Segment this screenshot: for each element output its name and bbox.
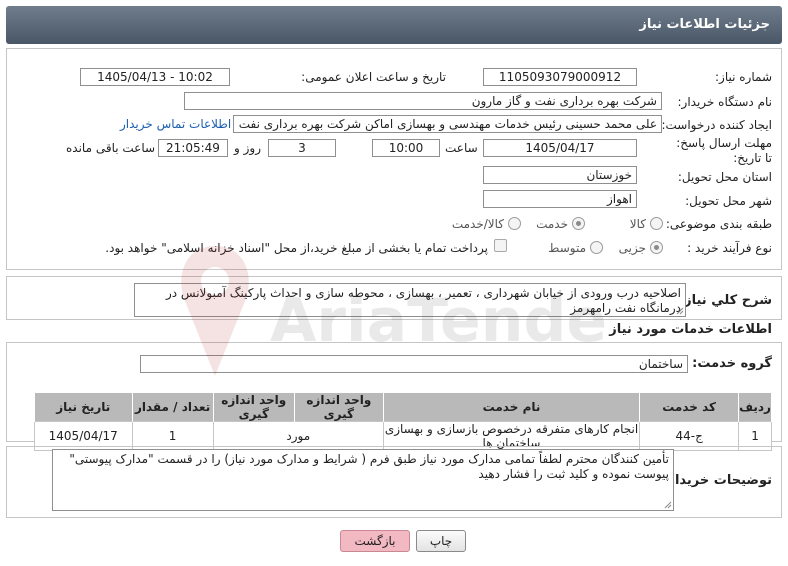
col-unit: واحد اندازه گیری (212, 392, 295, 422)
category-option-goods: کالا (629, 217, 646, 231)
category-option-service: خدمت (536, 217, 568, 231)
category-option-both: کالا/خدمت (451, 217, 504, 231)
category-radio-service[interactable] (572, 217, 585, 230)
back-button[interactable]: بازگشت (340, 530, 410, 552)
deadline-label: مهلت ارسال پاسخ: تا تاریخ: (676, 136, 772, 165)
category-radio-goods[interactable] (650, 217, 663, 230)
deadline-date-field[interactable]: 1405/04/17 (483, 139, 637, 157)
contact-buyer-link[interactable]: اطلاعات تماس خریدار (120, 117, 231, 131)
category-label: طبقه بندی موضوعی: (665, 217, 772, 231)
table-header-row: تاریخ نیاز تعداد / مقدار واحد اندازه گیر… (34, 392, 772, 422)
purchase-type-label: نوع فرآیند خرید : (687, 241, 772, 255)
time-label: ساعت (445, 141, 478, 155)
creator-field[interactable]: علی محمد حسینی رئیس خدمات مهندسی و بهساز… (233, 115, 662, 133)
col-unit-measure: واحد اندازه گیری (293, 392, 384, 422)
summary-label: شرح کلي نياز: (678, 293, 772, 308)
need-number-label: شماره نیاز: (715, 70, 772, 84)
province-field[interactable]: خوزستان (483, 166, 637, 184)
resize-grip-icon[interactable] (676, 307, 684, 315)
page-title: جزئیات اطلاعات نیاز (639, 17, 770, 32)
notes-textarea[interactable]: تأمین کنندگان محترم لطفاً تمامی مدارک مو… (52, 449, 674, 511)
province-label: استان محل تحویل: (677, 170, 772, 184)
services-table: تاریخ نیاز تعداد / مقدار واحد اندازه گیر… (34, 392, 772, 451)
deadline-time-field[interactable]: 10:00 (372, 139, 440, 157)
announce-field[interactable]: 1405/04/13 - 10:02 (80, 68, 230, 86)
purchase-radio-minor[interactable] (650, 241, 663, 254)
col-service-code: کد خدمت (639, 392, 740, 422)
buyer-org-field[interactable]: شرکت بهره برداری نفت و گاز مارون (184, 92, 662, 110)
col-service-name: نام خدمت (382, 392, 641, 422)
category-radio-both[interactable] (508, 217, 521, 230)
print-button[interactable]: چاپ (416, 530, 466, 552)
need-number-field[interactable]: 1105093079000912 (483, 68, 637, 86)
days-label: روز و (234, 141, 261, 155)
days-field[interactable]: 3 (268, 139, 336, 157)
purchase-radio-medium[interactable] (590, 241, 603, 254)
resize-grip-icon[interactable] (664, 501, 672, 509)
payment-note: پرداخت تمام یا بخشی از مبلغ خرید،از محل … (105, 241, 488, 255)
purchase-option-medium: متوسط (548, 241, 586, 255)
notes-label: توضیحات خریدار: (662, 473, 772, 488)
treasury-payment-checkbox[interactable] (494, 239, 507, 252)
purchase-option-minor: جزیی (618, 241, 646, 255)
remaining-label: ساعت باقی مانده (66, 141, 156, 155)
announce-label: تاریخ و ساعت اعلان عمومی: (301, 70, 446, 84)
summary-textarea[interactable]: اصلاحیه درب ورودی از خیابان شهرداری ، تع… (134, 283, 686, 317)
service-group-label: گروه خدمت: (692, 356, 772, 371)
col-need-date: تاریخ نیاز (34, 392, 133, 422)
col-row: ردیف (738, 392, 772, 422)
service-group-field[interactable]: ساختمان (140, 355, 688, 373)
city-label: شهر محل تحویل: (685, 194, 772, 208)
col-qty: تعداد / مقدار (131, 392, 214, 422)
summary-text: اصلاحیه درب ورودی از خیابان شهرداری ، تع… (165, 286, 681, 315)
remaining-time-field[interactable]: 21:05:49 (158, 139, 228, 157)
notes-text: تأمین کنندگان محترم لطفاً تمامی مدارک مو… (69, 452, 669, 481)
services-section-title: اطلاعات خدمات مورد نیاز (609, 322, 772, 337)
creator-label: ایجاد کننده درخواست: (661, 118, 772, 132)
city-field[interactable]: اهواز (483, 190, 637, 208)
buyer-org-label: نام دستگاه خریدار: (677, 95, 773, 109)
page-header: جزئیات اطلاعات نیاز (6, 6, 782, 44)
